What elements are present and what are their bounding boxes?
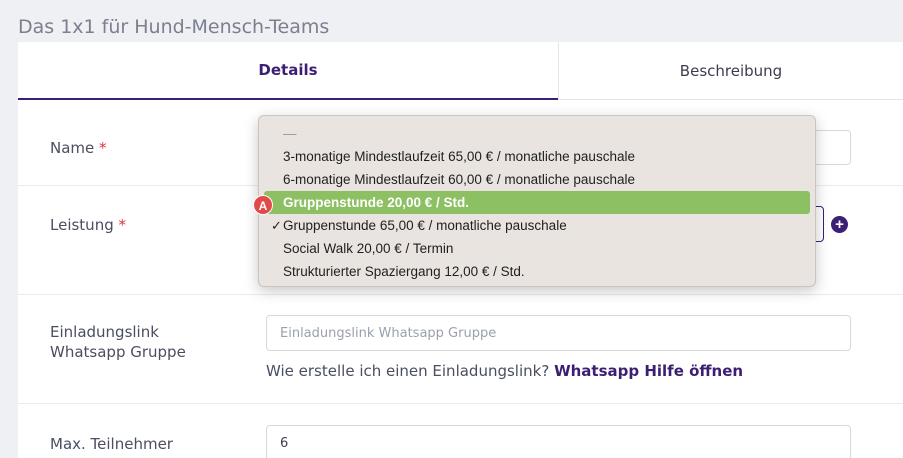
dropdown-option[interactable]: 3-monatige Mindestlaufzeit 65,00 € / mon… [264, 145, 810, 168]
max-teilnehmer-value: 6 [280, 435, 289, 451]
whatsapp-help-link[interactable]: Whatsapp Hilfe öffnen [554, 362, 743, 380]
dropdown-option-highlighted[interactable]: Gruppenstunde 20,00 € / Std. [264, 191, 810, 214]
tab-beschreibung[interactable]: Beschreibung [558, 42, 903, 100]
whatsapp-label: Einladungslink Whatsapp Gruppe [50, 323, 186, 361]
whatsapp-placeholder: Einladungslink Whatsapp Gruppe [280, 325, 497, 341]
row-divider [18, 403, 903, 404]
tab-bar: Details Beschreibung [18, 42, 903, 100]
name-label: Name * [50, 139, 107, 157]
row-divider [18, 294, 903, 295]
max-teilnehmer-input[interactable]: 6 [266, 425, 851, 458]
leistung-label: Leistung * [50, 216, 127, 234]
page-title: Das 1x1 für Hund-Mensch-Teams [18, 16, 330, 38]
whatsapp-link-input[interactable]: Einladungslink Whatsapp Gruppe [266, 315, 851, 351]
checkmark-icon: ✓ [271, 217, 282, 233]
whatsapp-help: Wie erstelle ich einen Einladungslink? W… [266, 362, 744, 380]
dropdown-option-checked[interactable]: ✓ Gruppenstunde 65,00 € / monatliche pau… [264, 214, 810, 237]
tab-details[interactable]: Details [18, 42, 558, 100]
plus-circle-icon[interactable]: + [831, 216, 848, 233]
dropdown-option[interactable]: Strukturierter Spaziergang 12,00 € / Std… [264, 260, 810, 283]
leistung-dropdown-menu: — 3-monatige Mindestlaufzeit 65,00 € / m… [258, 115, 816, 287]
annotation-badge: A [253, 195, 273, 215]
dropdown-option[interactable]: Social Walk 20,00 € / Termin [264, 237, 810, 260]
dropdown-option-empty[interactable]: — [264, 122, 810, 145]
max-teilnehmer-label: Max. Teilnehmer [50, 435, 173, 453]
dropdown-option[interactable]: 6-monatige Mindestlaufzeit 60,00 € / mon… [264, 168, 810, 191]
